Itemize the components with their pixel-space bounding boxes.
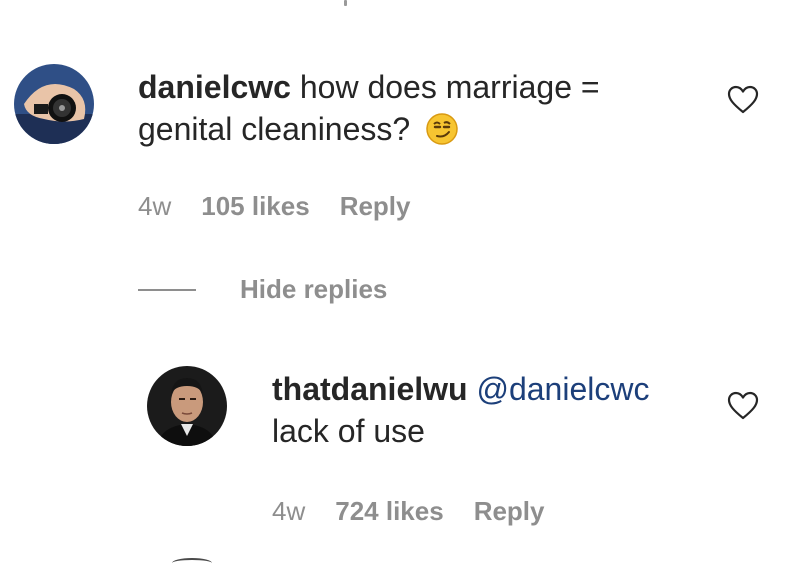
avatar-image [147, 366, 227, 446]
reply-meta: 4w 724 likes Reply [272, 496, 545, 527]
like-heart-icon[interactable] [727, 85, 759, 115]
comment-likes[interactable]: 105 likes [201, 191, 309, 222]
avatar-thatdanielwu[interactable] [147, 366, 227, 446]
hide-replies-label: Hide replies [240, 274, 388, 304]
avatar-image [14, 64, 94, 144]
hide-replies-button[interactable]: Hide replies [138, 274, 387, 305]
comment-time[interactable]: 4w [138, 191, 171, 222]
hide-replies-divider [138, 288, 196, 291]
comment-text-line2: genital cleaniness? [138, 111, 411, 147]
reply-username[interactable]: thatdanielwu [272, 371, 468, 407]
reply-mention-link[interactable]: @danielcwc [476, 371, 649, 407]
reply-reply-button[interactable]: Reply [474, 496, 545, 527]
comment-meta: 4w 105 likes Reply [138, 191, 411, 222]
reply-time[interactable]: 4w [272, 496, 305, 527]
comment-reply-button[interactable]: Reply [340, 191, 411, 222]
comment-username[interactable]: danielcwc [138, 69, 291, 105]
reply-text: lack of use [272, 413, 425, 449]
smirk-emoji-icon [425, 112, 459, 156]
scroll-remnant-mark [344, 0, 347, 6]
next-avatar-edge [172, 558, 212, 568]
reply-like-heart-icon[interactable] [727, 391, 759, 421]
reply-likes[interactable]: 724 likes [335, 496, 443, 527]
reply-body: thatdanielwu @danielcwc lack of use [272, 368, 712, 452]
avatar-danielcwc[interactable] [14, 64, 94, 144]
comment-body: danielcwc how does marriage = genital cl… [138, 66, 698, 156]
comment-text-line1: how does marriage = [299, 69, 600, 105]
